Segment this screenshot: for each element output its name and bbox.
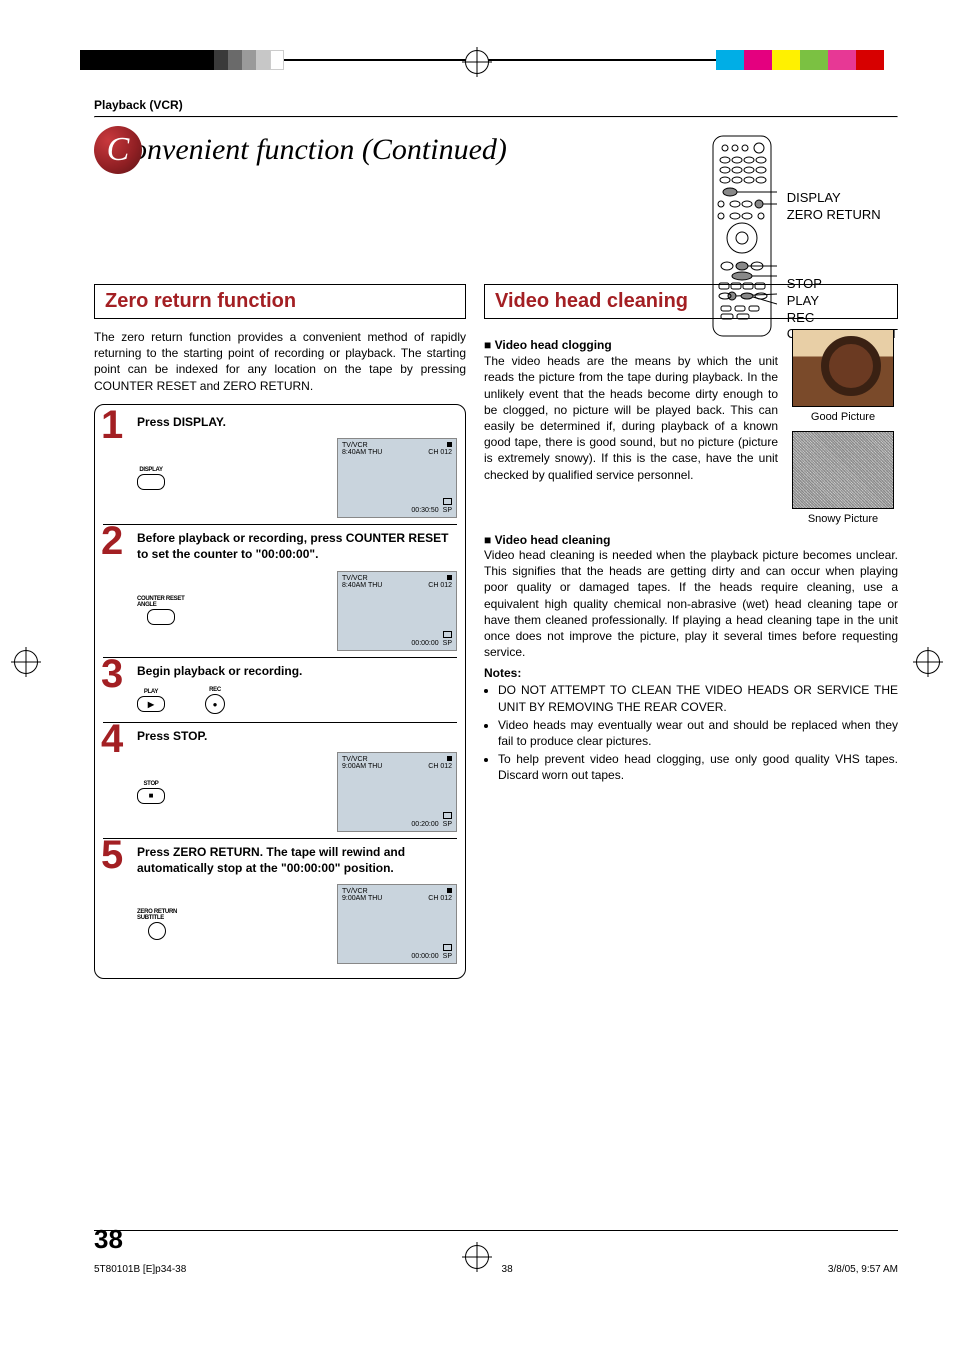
step-text: Before playback or recording, press COUN… [137, 531, 457, 562]
play-button-icon: PLAY ▶ [137, 689, 165, 712]
notes-list: DO NOT ATTEMPT TO CLEAN THE VIDEO HEADS … [484, 682, 898, 783]
remote-label-stop: STOP [787, 276, 898, 293]
step-2: 2 Before playback or recording, press CO… [103, 525, 457, 657]
breadcrumb: Playback (VCR) [94, 98, 898, 112]
step-3: 3 Begin playback or recording. PLAY ▶ RE… [103, 658, 457, 723]
registration-mark-icon [916, 650, 940, 674]
remote-diagram: DISPLAY ZERO RETURN STOP PLAY REC COUNTE… [707, 134, 898, 344]
remote-label-play: PLAY [787, 293, 898, 310]
good-picture-image [792, 329, 894, 407]
step-number: 4 [101, 719, 123, 759]
remote-label-rec: REC [787, 310, 898, 327]
osd-screen: TV/VCR 9:00AM THU CH 012 [337, 884, 457, 964]
osd-screen: TV/VCR 8:40AM THU CH 012 [337, 571, 457, 651]
footer-date: 3/8/05, 9:57 AM [828, 1264, 898, 1275]
registration-mark-icon [14, 650, 38, 674]
step-number: 5 [101, 835, 123, 875]
registration-mark-icon [465, 50, 489, 74]
step-text: Press DISPLAY. [137, 415, 457, 431]
steps-box: 1 Press DISPLAY. DISPLAY [94, 404, 466, 980]
remote-icon [707, 134, 777, 344]
remote-label-zero-return: ZERO RETURN [787, 207, 898, 224]
page-number: 38 [94, 1224, 123, 1255]
snowy-picture-caption: Snowy Picture [788, 513, 898, 525]
title-initial-icon: C [94, 126, 142, 174]
section-title-zero-return: Zero return function [94, 284, 466, 319]
step-text: Begin playback or recording. [137, 664, 457, 680]
step-text: Press STOP. [137, 729, 457, 745]
clogging-text: The video heads are the means by which t… [484, 353, 778, 483]
step-4: 4 Press STOP. STOP ■ [103, 723, 457, 840]
step-5: 5 Press ZERO RETURN. The tape will rewin… [103, 839, 457, 970]
stop-button-icon: STOP ■ [137, 781, 165, 804]
notes-title: Notes: [484, 666, 898, 680]
good-picture-caption: Good Picture [788, 411, 898, 423]
remote-label-display: DISPLAY [787, 190, 898, 207]
osd-screen: TV/VCR 9:00AM THU CH 012 [337, 752, 457, 832]
counter-reset-button-icon: COUNTER RESET ANGLE [137, 596, 184, 625]
step-number: 3 [101, 654, 123, 694]
zero-return-intro: The zero return function provides a conv… [94, 329, 466, 394]
step-number: 2 [101, 521, 123, 561]
snowy-picture-image [792, 431, 894, 509]
step-1: 1 Press DISPLAY. DISPLAY [103, 409, 457, 526]
step-text: Press ZERO RETURN. The tape will rewind … [137, 845, 457, 876]
step-number: 1 [101, 405, 123, 445]
note-item: DO NOT ATTEMPT TO CLEAN THE VIDEO HEADS … [498, 682, 898, 714]
note-item: To help prevent video head clogging, use… [498, 751, 898, 783]
footer-meta: 5T80101B [E]p34-38 38 3/8/05, 9:57 AM [94, 1264, 898, 1275]
display-button-icon: DISPLAY [137, 467, 165, 490]
footer-page: 38 [502, 1264, 513, 1275]
cleaning-text: Video head cleaning is needed when the p… [484, 547, 898, 660]
footer-file: 5T80101B [E]p34-38 [94, 1264, 186, 1275]
zero-return-button-icon: ZERO RETURN SUBTITLE [137, 909, 177, 940]
footer-rule [94, 1230, 898, 1231]
title-text: onvenient function (Continued) [132, 133, 507, 167]
osd-screen: TV/VCR 8:40AM THU CH 012 [337, 438, 457, 518]
subhead-cleaning: Video head cleaning [484, 533, 898, 547]
rec-button-icon: REC ● [205, 687, 225, 714]
note-item: Video heads may eventually wear out and … [498, 717, 898, 749]
